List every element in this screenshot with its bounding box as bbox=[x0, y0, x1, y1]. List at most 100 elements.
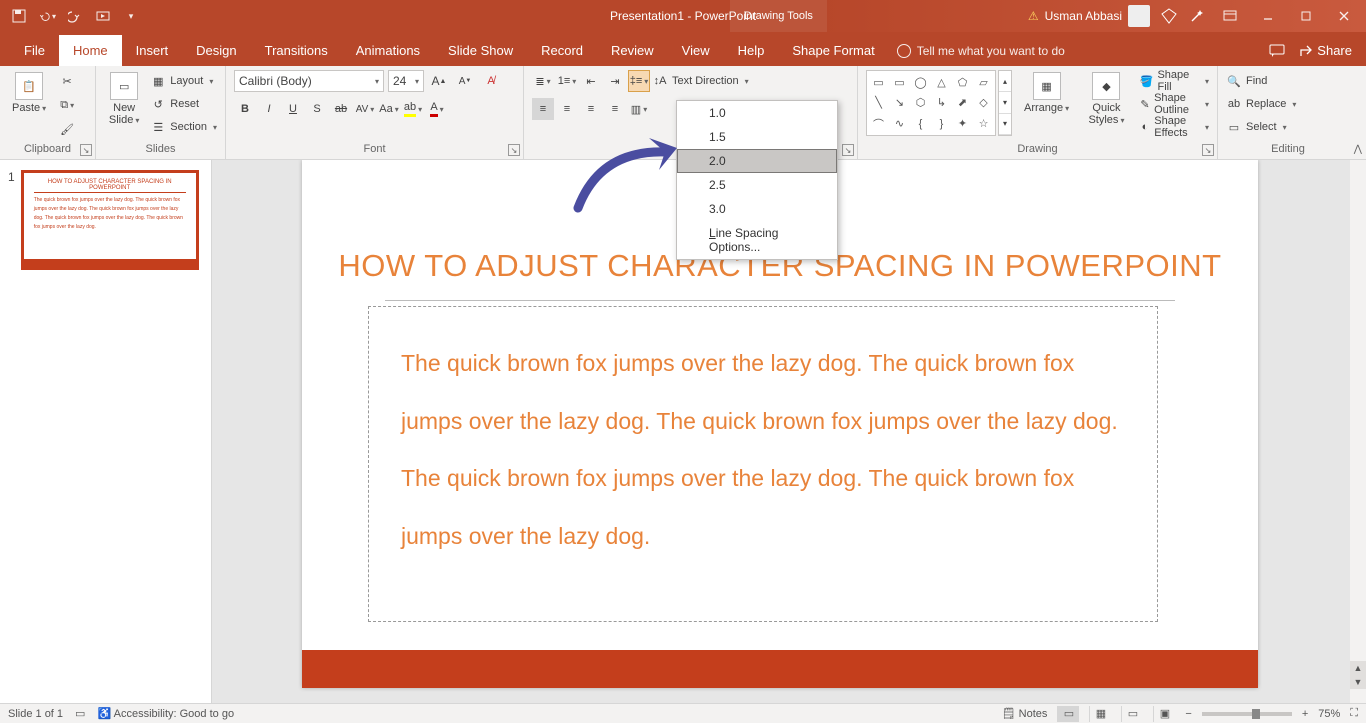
shape-fill-button[interactable]: 🪣Shape Fill▾ bbox=[1140, 70, 1209, 92]
maximize-button[interactable] bbox=[1292, 6, 1320, 26]
new-slide-button[interactable]: ▭ New Slide▾ bbox=[104, 70, 144, 128]
close-button[interactable] bbox=[1330, 6, 1358, 26]
align-center-button[interactable]: ≡ bbox=[556, 98, 578, 120]
select-button[interactable]: ▭Select▾ bbox=[1226, 116, 1287, 138]
shape-outline-button[interactable]: ✎Shape Outline▾ bbox=[1140, 93, 1209, 115]
slide-thumbnail-1[interactable]: HOW TO ADJUST CHARACTER SPACING IN POWER… bbox=[21, 170, 199, 270]
underline-button[interactable]: U bbox=[282, 98, 304, 120]
font-name-combo[interactable]: Calibri (Body)▾ bbox=[234, 70, 384, 92]
tab-shape-format[interactable]: Shape Format bbox=[778, 35, 888, 66]
undo-icon[interactable]: ▾ bbox=[38, 7, 56, 25]
bullets-button[interactable]: ≣▾ bbox=[532, 70, 554, 92]
line-spacing-2-5[interactable]: 2.5 bbox=[677, 173, 837, 197]
line-spacing-1-5[interactable]: 1.5 bbox=[677, 125, 837, 149]
layout-button[interactable]: ▦Layout▾ bbox=[150, 70, 217, 92]
comments-button[interactable] bbox=[1269, 44, 1285, 58]
qat-customize-icon[interactable]: ▾ bbox=[122, 7, 140, 25]
zoom-out-button[interactable]: − bbox=[1185, 708, 1191, 720]
font-launcher[interactable]: ↘ bbox=[508, 144, 520, 156]
font-size-combo[interactable]: 24▾ bbox=[388, 70, 424, 92]
minimize-button[interactable] bbox=[1254, 6, 1282, 26]
copy-button[interactable]: ⧉▾ bbox=[56, 94, 78, 116]
shadow-button[interactable]: S bbox=[306, 98, 328, 120]
shape-textbox-icon[interactable]: ▭ bbox=[869, 73, 888, 92]
increase-font-button[interactable]: A▲ bbox=[428, 70, 450, 92]
start-from-beginning-icon[interactable] bbox=[94, 7, 112, 25]
align-left-button[interactable]: ≡ bbox=[532, 98, 554, 120]
increase-indent-button[interactable]: ⇥ bbox=[604, 70, 626, 92]
line-spacing-options[interactable]: Line Spacing Options... bbox=[677, 221, 837, 259]
reading-view-button[interactable]: ▭ bbox=[1121, 706, 1143, 722]
tab-home[interactable]: Home bbox=[59, 35, 122, 66]
fit-to-window-button[interactable]: ⛶ bbox=[1350, 707, 1358, 720]
context-tab-drawing-tools[interactable]: Drawing Tools bbox=[730, 0, 827, 32]
tab-transitions[interactable]: Transitions bbox=[251, 35, 342, 66]
slide-counter[interactable]: Slide 1 of 1 bbox=[8, 708, 63, 720]
font-color-button[interactable]: A▾ bbox=[426, 98, 448, 120]
tab-design[interactable]: Design bbox=[182, 35, 250, 66]
line-spacing-button[interactable]: ‡≡▾ bbox=[628, 70, 650, 92]
tab-file[interactable]: File bbox=[10, 35, 59, 66]
slideshow-view-button[interactable]: ▣ bbox=[1153, 706, 1175, 722]
ribbon-display-options-icon[interactable] bbox=[1216, 6, 1244, 26]
accessibility-status[interactable]: ♿ Accessibility: Good to go bbox=[97, 707, 234, 720]
tab-help[interactable]: Help bbox=[724, 35, 779, 66]
next-slide-button[interactable]: ▼ bbox=[1350, 675, 1366, 689]
line-spacing-2-0[interactable]: 2.0 bbox=[677, 149, 837, 173]
shape-effects-button[interactable]: ◐Shape Effects▾ bbox=[1140, 116, 1209, 138]
tab-slide-show[interactable]: Slide Show bbox=[434, 35, 527, 66]
save-icon[interactable] bbox=[10, 7, 28, 25]
quick-styles-button[interactable]: ◆Quick Styles▾ bbox=[1079, 70, 1134, 128]
change-case-button[interactable]: Aa▾ bbox=[378, 98, 400, 120]
cut-button[interactable]: ✂ bbox=[56, 70, 78, 92]
columns-button[interactable]: ▥▾ bbox=[628, 98, 650, 120]
slide-body-text[interactable]: The quick brown fox jumps over the lazy … bbox=[401, 335, 1125, 565]
tab-view[interactable]: View bbox=[668, 35, 724, 66]
italic-button[interactable]: I bbox=[258, 98, 280, 120]
decrease-font-button[interactable]: A▼ bbox=[454, 70, 476, 92]
normal-view-button[interactable]: ▭ bbox=[1057, 706, 1079, 722]
decrease-indent-button[interactable]: ⇤ bbox=[580, 70, 602, 92]
tab-insert[interactable]: Insert bbox=[122, 35, 183, 66]
format-painter-button[interactable]: 🖌 bbox=[56, 118, 78, 140]
magic-icon[interactable] bbox=[1188, 7, 1206, 25]
align-right-button[interactable]: ≡ bbox=[580, 98, 602, 120]
zoom-slider[interactable] bbox=[1202, 712, 1292, 716]
character-spacing-button[interactable]: AV▾ bbox=[354, 98, 376, 120]
diamond-icon[interactable] bbox=[1160, 7, 1178, 25]
tell-me-search[interactable]: Tell me what you want to do bbox=[897, 44, 1065, 66]
account-user[interactable]: ⚠ Usman Abbasi bbox=[1028, 5, 1150, 27]
tab-animations[interactable]: Animations bbox=[342, 35, 434, 66]
notes-button[interactable]: 🗒 Notes bbox=[1002, 707, 1048, 720]
text-direction-button[interactable]: ↕AText Direction▾ bbox=[652, 70, 749, 92]
tab-review[interactable]: Review bbox=[597, 35, 668, 66]
paste-button[interactable]: 📋 Paste▾ bbox=[8, 70, 50, 116]
share-button[interactable]: Share bbox=[1299, 43, 1352, 58]
zoom-level[interactable]: 75% bbox=[1318, 708, 1340, 720]
numbering-button[interactable]: 1≡▾ bbox=[556, 70, 578, 92]
line-spacing-1-0[interactable]: 1.0 bbox=[677, 101, 837, 125]
drawing-launcher[interactable]: ↘ bbox=[1202, 144, 1214, 156]
strikethrough-button[interactable]: ab bbox=[330, 98, 352, 120]
bold-button[interactable]: B bbox=[234, 98, 256, 120]
previous-slide-button[interactable]: ▲ bbox=[1350, 661, 1366, 675]
line-spacing-3-0[interactable]: 3.0 bbox=[677, 197, 837, 221]
spell-check-icon[interactable]: ▭ bbox=[75, 707, 85, 720]
justify-button[interactable]: ≡ bbox=[604, 98, 626, 120]
reset-button[interactable]: ↺Reset bbox=[150, 93, 217, 115]
slide-sorter-view-button[interactable]: ▦ bbox=[1089, 706, 1111, 722]
paragraph-launcher[interactable]: ↘ bbox=[842, 144, 854, 156]
find-button[interactable]: 🔍Find bbox=[1226, 70, 1267, 92]
arrange-button[interactable]: ▦Arrange▾ bbox=[1020, 70, 1073, 116]
highlight-button[interactable]: ab▾ bbox=[402, 98, 424, 120]
collapse-ribbon-button[interactable]: ⋀ bbox=[1354, 144, 1362, 155]
redo-icon[interactable] bbox=[66, 7, 84, 25]
clipboard-launcher[interactable]: ↘ bbox=[80, 144, 92, 156]
shapes-gallery[interactable]: ▭▭◯△⬠▱ ╲↘⬡↳⬈◇ ⌒∿{}✦☆ bbox=[866, 70, 996, 136]
slide-body-textbox[interactable]: The quick brown fox jumps over the lazy … bbox=[368, 306, 1158, 622]
clear-formatting-button[interactable]: A̸ bbox=[480, 70, 502, 92]
section-button[interactable]: ☰Section▾ bbox=[150, 116, 217, 138]
tab-record[interactable]: Record bbox=[527, 35, 597, 66]
replace-button[interactable]: abReplace▾ bbox=[1226, 93, 1296, 115]
vertical-scrollbar[interactable]: ▲ ▼ bbox=[1350, 160, 1366, 703]
